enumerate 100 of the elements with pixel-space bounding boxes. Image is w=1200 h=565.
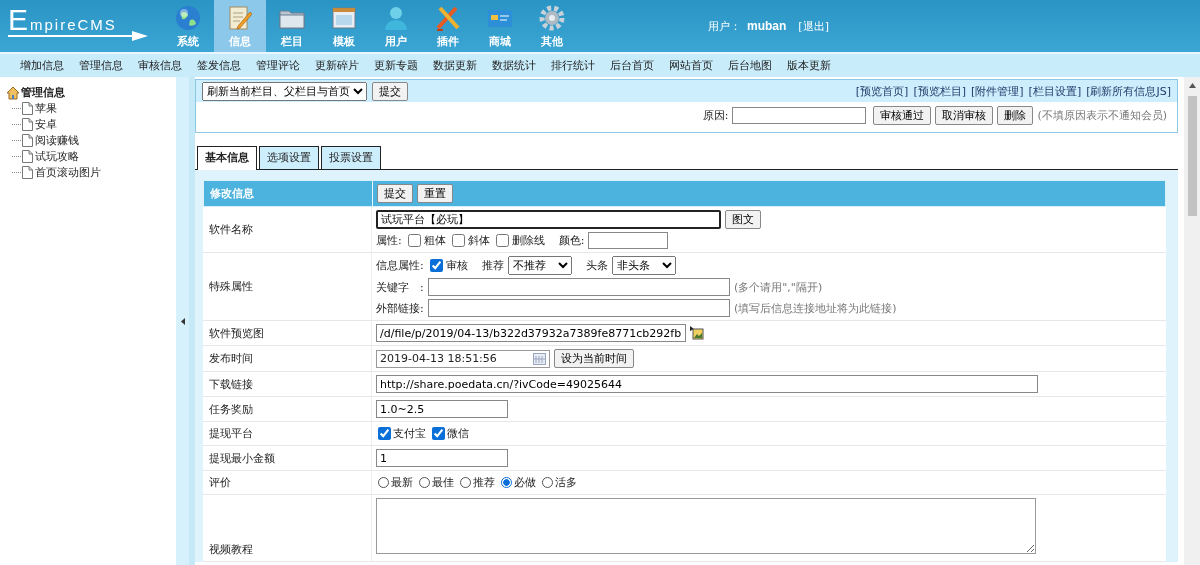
radio-button[interactable]: [378, 477, 389, 488]
tree-root[interactable]: 管理信息: [21, 85, 65, 100]
form-button[interactable]: 重置: [417, 184, 453, 203]
checkbox[interactable]: [378, 427, 391, 440]
recommend-label: 推荐: [481, 258, 504, 273]
keyword-field[interactable]: [428, 278, 730, 296]
reason-hint: (不填原因表示不通知会员): [1037, 108, 1167, 123]
calendar-icon: [533, 352, 546, 365]
reason-field[interactable]: [732, 107, 867, 124]
user-name: muban: [747, 19, 787, 33]
toolbar-link[interactable]: [预览首页]: [855, 83, 909, 99]
menu-link[interactable]: 后台地图: [728, 58, 772, 73]
toolbar-link[interactable]: [刷新所有信息JS]: [1086, 83, 1171, 99]
radio-button[interactable]: [460, 477, 471, 488]
field-label: 提现平台: [209, 426, 253, 441]
radio-button[interactable]: [542, 477, 553, 488]
keyword-label: 关键字 :: [376, 279, 424, 295]
external-link-field[interactable]: [428, 299, 730, 317]
field-label: 视频教程: [209, 542, 253, 557]
text-field[interactable]: http://share.poedata.cn/?ivCode=49025644: [376, 375, 1038, 393]
radio-label: 最佳: [432, 475, 454, 490]
checkbox-label: 粗体: [423, 233, 446, 248]
radio-label: 推荐: [473, 475, 495, 490]
field-label: 下载链接: [209, 376, 253, 392]
radio-label: 最新: [391, 475, 413, 490]
tab[interactable]: 投票设置: [321, 146, 381, 169]
image-icon: [690, 326, 704, 340]
menu-link[interactable]: 增加信息: [20, 58, 64, 73]
field-label: 评价: [209, 475, 231, 490]
menu-link[interactable]: 数据统计: [492, 58, 536, 73]
menu-link[interactable]: 排行统计: [551, 58, 595, 73]
checkbox-label: 支付宝: [393, 426, 426, 441]
page-icon: [22, 165, 33, 179]
headline-label: 头条: [585, 258, 608, 273]
menu-link[interactable]: 签发信息: [197, 58, 241, 73]
set-now-button[interactable]: 设为当前时间: [554, 349, 634, 368]
text-area[interactable]: [376, 498, 1036, 554]
page-icon: [22, 117, 33, 131]
color-field[interactable]: [588, 232, 669, 249]
recommend-select[interactable]: 不推荐: [507, 256, 572, 275]
menu-link[interactable]: 版本更新: [787, 58, 831, 73]
form-title: 修改信息: [210, 186, 254, 201]
info-attribute-label: 信息属性:: [376, 258, 424, 273]
tab[interactable]: 选项设置: [259, 146, 319, 169]
headline-select[interactable]: 非头条: [611, 256, 676, 275]
field-label: 发布时间: [209, 351, 253, 366]
menu-link[interactable]: 更新专题: [374, 58, 418, 73]
form-button[interactable]: 提交: [377, 184, 413, 203]
collapse-icon: [180, 317, 185, 325]
toolbar-link[interactable]: [附件管理]: [971, 83, 1024, 99]
checkbox[interactable]: [495, 234, 509, 247]
external-link-label: 外部链接:: [376, 300, 424, 316]
scroll-thumb[interactable]: [1187, 96, 1197, 216]
text-field[interactable]: 1: [376, 449, 508, 467]
menu-link[interactable]: 管理信息: [79, 58, 123, 73]
image-text-button[interactable]: 图文: [725, 210, 761, 229]
menu-link[interactable]: 数据更新: [433, 58, 477, 73]
user-label: 用户：: [708, 18, 741, 34]
menu-link[interactable]: 审核信息: [138, 58, 182, 73]
tree-item[interactable]: 安卓: [35, 116, 57, 132]
field-label: 软件名称: [209, 222, 253, 237]
keyword-hint: (多个请用","隔开): [734, 279, 823, 295]
tree-item[interactable]: 首页滚动图片: [35, 164, 101, 180]
color-label: 颜色:: [558, 233, 585, 248]
scrollbar[interactable]: [1184, 77, 1200, 565]
menu-link[interactable]: 后台首页: [610, 58, 654, 73]
menu-link[interactable]: 网站首页: [669, 58, 713, 73]
image-path-field[interactable]: /d/file/p/2019/04-13/b322d37932a7389fe8771cb292fb: [376, 324, 686, 342]
checkbox-label: 删除线: [511, 233, 545, 248]
text-field[interactable]: 1.0~2.5: [376, 400, 508, 418]
page-icon: [22, 149, 33, 163]
checkbox[interactable]: [432, 427, 445, 440]
checkbox[interactable]: [429, 259, 443, 272]
refresh-select[interactable]: 刷新当前栏目、父栏目与首页: [202, 81, 367, 101]
action-button[interactable]: 取消审核: [935, 106, 994, 125]
radio-button[interactable]: [419, 477, 430, 488]
field-label: 提现最小金额: [209, 450, 275, 466]
checkbox[interactable]: [451, 234, 465, 247]
datetime-field[interactable]: 2019-04-13 18:51:56: [376, 349, 550, 368]
logo: EmpireCMS: [0, 0, 162, 52]
home-icon: [6, 85, 20, 100]
menu-link[interactable]: 更新碎片: [315, 58, 359, 73]
submit-button[interactable]: 提交: [372, 81, 408, 101]
checkbox[interactable]: [407, 234, 421, 247]
radio-button[interactable]: [501, 477, 512, 488]
title-field[interactable]: 试玩平台【必玩】: [376, 210, 721, 229]
tree-item[interactable]: 苹果: [35, 100, 57, 116]
action-button[interactable]: 审核通过: [873, 106, 932, 125]
toolbar-link[interactable]: [预览栏目]: [913, 83, 966, 99]
tree-item[interactable]: 试玩攻略: [35, 148, 79, 164]
tab[interactable]: 基本信息: [197, 146, 257, 170]
external-link-hint: (填写后信息连接地址将为此链接): [734, 300, 897, 316]
gear-icon: [538, 3, 566, 32]
field-label: 任务奖励: [209, 401, 253, 417]
action-button[interactable]: 删除: [997, 106, 1034, 125]
menu-link[interactable]: 管理评论: [256, 58, 300, 73]
radio-label: 活多: [555, 475, 577, 490]
checkbox-label: 审核: [445, 258, 468, 273]
toolbar-link[interactable]: [栏目设置]: [1028, 83, 1082, 99]
tree-item[interactable]: 阅读赚钱: [35, 132, 79, 148]
